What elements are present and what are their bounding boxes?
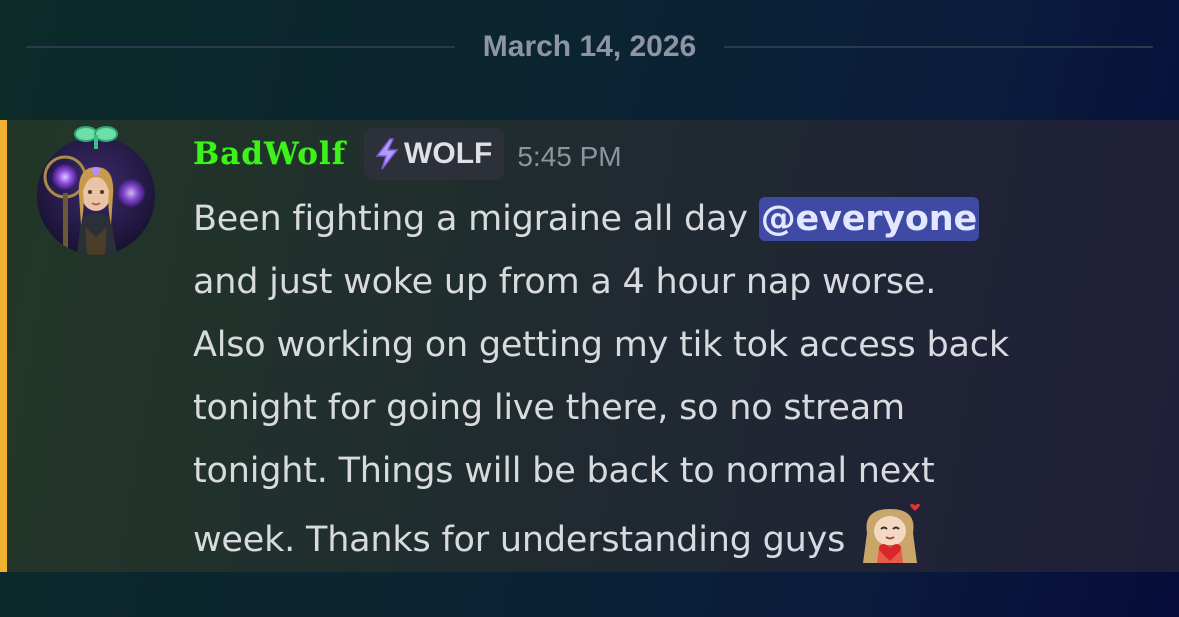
- message-text: Been fighting a migraine all day: [193, 199, 759, 239]
- everyone-mention[interactable]: @everyone: [758, 197, 980, 241]
- server-tag[interactable]: WOLF: [364, 128, 505, 180]
- message-content: Been fighting a migraine all day @everyo…: [193, 188, 1153, 572]
- mention-highlight-bar: [0, 120, 7, 572]
- lightning-bolt-icon: [374, 138, 400, 170]
- date-divider-label: March 14, 2026: [482, 30, 697, 63]
- divider-line-right: [724, 46, 1154, 48]
- date-divider: March 14, 2026: [26, 22, 1154, 72]
- username[interactable]: BadWolf: [193, 136, 346, 172]
- message-timestamp[interactable]: 5:45 PM: [517, 141, 621, 173]
- divider-line-left: [26, 46, 455, 48]
- message-header: BadWolf WOLF 5:45 PM: [193, 128, 622, 180]
- avatar-image[interactable]: [37, 137, 155, 255]
- sprout-icon: [73, 125, 119, 153]
- message-line: Been fighting a migraine all day @everyo…: [193, 188, 1153, 251]
- heart-hug-emoji[interactable]: [853, 503, 927, 565]
- message-line: and just woke up from a 4 hour nap worse…: [193, 262, 937, 302]
- server-tag-label: WOLF: [404, 137, 493, 170]
- chat-message[interactable]: BadWolf WOLF 5:45 PM Been fighting a mig…: [0, 120, 1179, 572]
- avatar[interactable]: [37, 125, 157, 255]
- message-line: tonight. Things will be back to normal n…: [193, 451, 935, 491]
- message-line: week. Thanks for understanding guys: [193, 503, 1153, 572]
- message-text: week. Thanks for understanding guys: [193, 520, 846, 560]
- message-line: tonight for going live there, so no stre…: [193, 388, 905, 428]
- message-line: Also working on getting my tik tok acces…: [193, 325, 1009, 365]
